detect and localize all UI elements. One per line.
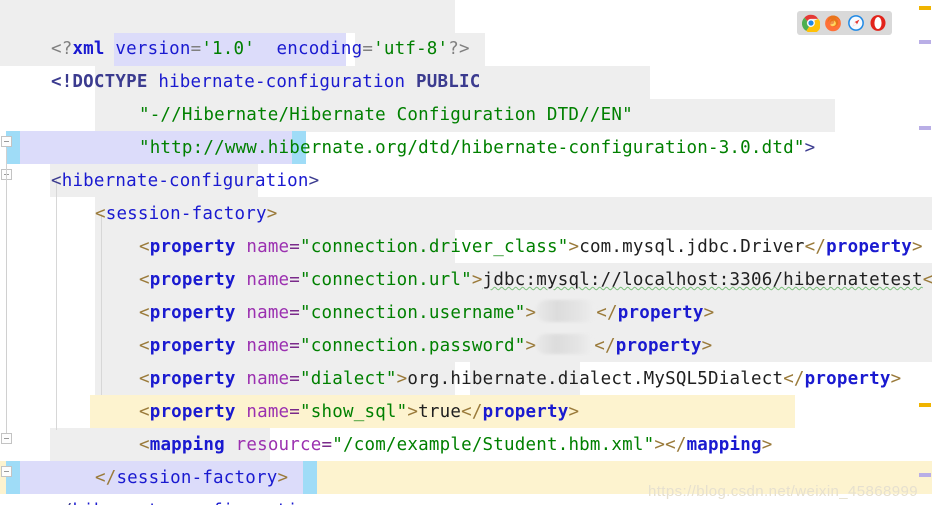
prop11-close-tag: property [804, 369, 891, 389]
root-close-gt: > [319, 501, 330, 505]
code-line-8-connection-url[interactable]: <property name="connection.url">jdbc:mys… [96, 231, 932, 290]
doctype-close-gt: > [804, 138, 816, 158]
code-line-11-dialect[interactable]: <property name="dialect">org.hibernate.d… [96, 330, 901, 389]
csdn-watermark: https://blog.csdn.net/weixin_45868999 [648, 483, 918, 500]
code-line-5[interactable]: <hibernate-configuration> [8, 132, 319, 191]
code-line-10-password[interactable]: <property name="connection.password"> </p… [96, 297, 712, 356]
browser-icon-bar[interactable] [797, 11, 892, 35]
safari-icon[interactable] [847, 14, 865, 32]
code-line-1[interactable]: <?xml version='1.0' encoding='utf-8'?> [8, 0, 470, 59]
code-line-12-show-sql[interactable]: <property name="show_sql">true</property… [96, 363, 579, 422]
code-line-13-mapping[interactable]: <mapping resource="/com/example/Student.… [96, 396, 772, 455]
map13-close-lt: </ [665, 435, 687, 455]
map13-attr-value: "/com/example/Student.hbm.xml" [332, 435, 655, 455]
xml-code-editor[interactable]: <?xml version='1.0' encoding='utf-8'?> <… [0, 0, 932, 505]
inspection-marker-track[interactable] [918, 0, 932, 505]
marker-warning-top[interactable] [919, 6, 931, 10]
code-line-4[interactable]: "http://www.hibernate.org/dtd/hibernate-… [96, 99, 815, 158]
fold-marker-session-factory-end[interactable] [1, 433, 12, 444]
map13-close-gt: > [761, 435, 773, 455]
fold-marker-root[interactable] [1, 136, 12, 147]
marker-info-root[interactable] [919, 126, 931, 130]
map13-close-tag: mapping [686, 435, 762, 455]
root-open-gt: > [308, 171, 320, 191]
map13-gt: > [654, 435, 666, 455]
prop11-close-gt: > [890, 369, 902, 389]
code-line-6[interactable]: <session-factory> [52, 165, 278, 224]
editor-gutter[interactable] [0, 0, 14, 505]
root-close-name: hibernate-configuration [72, 501, 319, 505]
code-line-9-username[interactable]: <property name="connection.username"> </p… [96, 264, 714, 323]
firefox-icon[interactable] [824, 14, 842, 32]
code-line-2[interactable]: <!DOCTYPE hibernate-configuration PUBLIC [8, 33, 480, 92]
root-close-lt: </ [51, 501, 72, 505]
chrome-icon[interactable] [802, 14, 821, 32]
code-line-3[interactable]: "-//Hibernate/Hibernate Configuration DT… [96, 66, 633, 125]
marker-warning-mapping[interactable] [919, 403, 931, 407]
map13-eq: = [321, 435, 333, 455]
code-line-14[interactable]: </session-factory> [52, 429, 288, 488]
code-line-7-driver-class[interactable]: <property name="connection.driver_class"… [96, 198, 923, 257]
prop11-close-lt: </ [783, 369, 805, 389]
marker-info-close[interactable] [919, 473, 931, 477]
marker-info-doctype[interactable] [919, 40, 931, 44]
code-line-15[interactable]: </hibernate-configuration> [8, 462, 330, 505]
opera-icon[interactable] [869, 14, 887, 32]
fold-marker-root-end[interactable] [1, 466, 12, 477]
fold-line-root [6, 148, 7, 438]
